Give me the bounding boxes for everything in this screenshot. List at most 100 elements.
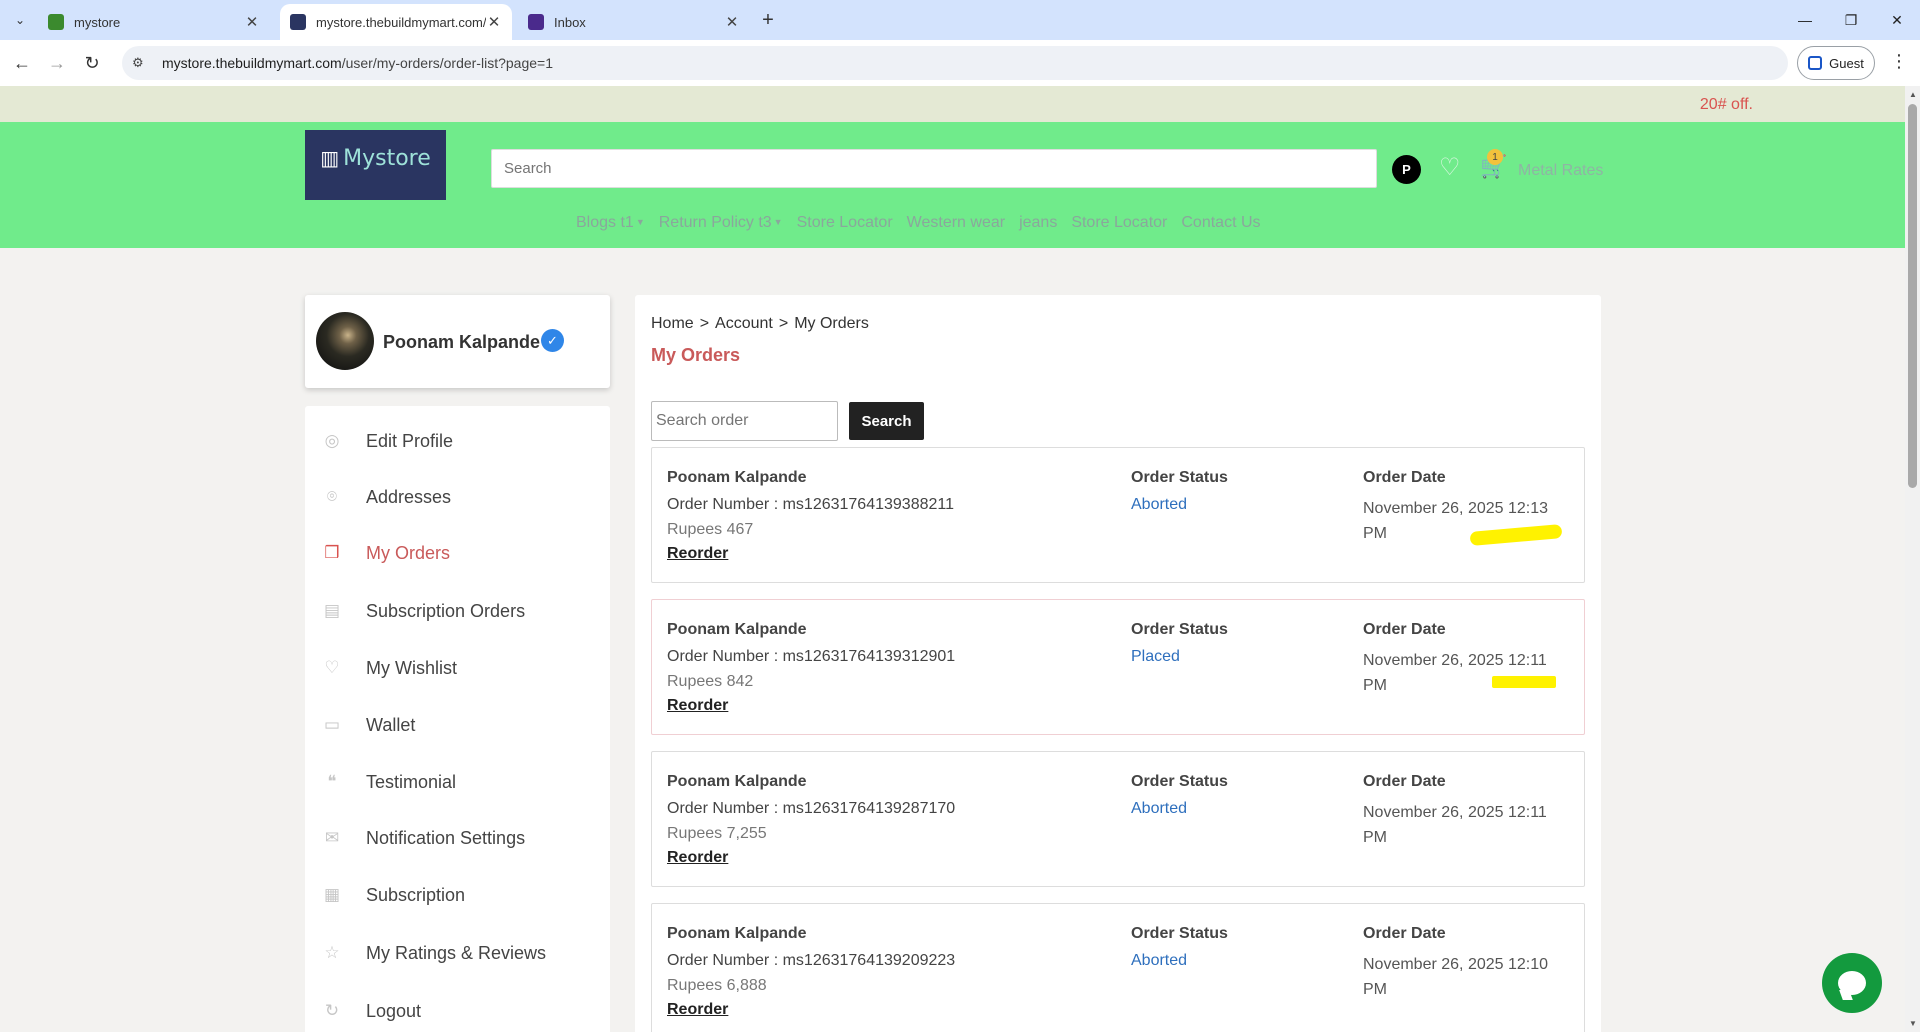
menu-item-ratings-reviews[interactable]: ☆ My Ratings & Reviews: [305, 931, 610, 975]
browser-tab-strip: ⌄ mystore ✕ mystore.thebuildmymart.com/u…: [0, 0, 1920, 40]
order-search-button[interactable]: Search: [849, 402, 924, 440]
order-status-link[interactable]: Aborted: [1131, 952, 1228, 970]
logout-icon: ↻: [324, 1001, 340, 1020]
page-title: My Orders: [651, 345, 741, 365]
close-tab-icon[interactable]: ✕: [486, 13, 502, 31]
browser-tab-mystore[interactable]: mystore ✕: [38, 4, 270, 40]
order-status-header: Order Status: [1131, 925, 1228, 942]
order-amount: Rupees 842: [667, 673, 754, 690]
menu-item-my-orders[interactable]: ❒ My Orders: [305, 531, 610, 575]
reorder-link[interactable]: Reorder: [667, 545, 728, 563]
wishlist-heart-icon[interactable]: ♡: [1439, 153, 1461, 182]
scroll-down-arrow-icon[interactable]: ▼: [1909, 1019, 1917, 1028]
restore-window-icon[interactable]: ❐: [1828, 0, 1874, 40]
location-pin-icon: ⌾: [326, 487, 338, 506]
menu-item-testimonial[interactable]: ❝ Testimonial: [305, 760, 610, 804]
close-tab-icon[interactable]: ✕: [244, 13, 260, 31]
order-amount: Rupees 6,888: [667, 977, 767, 994]
storefront-icon: ▥: [320, 148, 340, 170]
nav-item-return-policy[interactable]: Return Policy t3 ▼: [659, 214, 783, 232]
buildmymart-favicon-icon: [290, 14, 306, 30]
caret-down-icon: ▼: [635, 217, 645, 227]
menu-item-my-wishlist[interactable]: ♡ My Wishlist: [305, 646, 610, 690]
tab-title: mystore.thebuildmymart.com/u: [316, 14, 486, 30]
quote-icon: ❝: [327, 772, 337, 791]
wallet-icon: ▭: [323, 715, 341, 734]
site-logo[interactable]: ▥ Mystore: [305, 130, 446, 200]
menu-label: Subscription: [366, 884, 466, 905]
nav-item-store-locator-2[interactable]: Store Locator: [1071, 214, 1167, 232]
breadcrumb-home[interactable]: Home: [651, 315, 694, 333]
tab-title: Inbox: [554, 14, 586, 30]
reload-icon[interactable]: ↻: [80, 51, 104, 75]
user-icon: ◎: [324, 431, 340, 450]
page-scrollbar[interactable]: ▲ ▼: [1905, 86, 1920, 1032]
menu-label: My Orders: [366, 542, 451, 563]
main-navigation: Blogs t1 ▼ Return Policy t3 ▼ Store Locato…: [576, 214, 1261, 232]
browser-tab-inbox[interactable]: Inbox ✕: [518, 4, 750, 40]
order-status-link[interactable]: Aborted: [1131, 496, 1228, 514]
order-status-link[interactable]: Aborted: [1131, 800, 1228, 818]
user-avatar[interactable]: P: [1392, 155, 1421, 184]
nav-item-blogs[interactable]: Blogs t1 ▼: [576, 214, 645, 232]
order-number: Order Number : ms12631764139312901: [667, 648, 956, 665]
browser-tab-active[interactable]: mystore.thebuildmymart.com/u ✕: [280, 4, 512, 40]
caret-down-icon: ▼: [773, 217, 783, 227]
order-number: Order Number : ms12631764139209223: [667, 952, 956, 969]
order-date-header: Order Date: [1363, 469, 1446, 486]
url-text: mystore.thebuildmymart.com/user/my-order…: [162, 55, 553, 71]
browser-menu-icon[interactable]: ⋮: [1889, 51, 1909, 75]
reorder-link[interactable]: Reorder: [667, 1001, 728, 1019]
new-tab-plus-icon[interactable]: +: [756, 8, 780, 32]
nav-item-western-wear[interactable]: Western wear: [907, 214, 1005, 232]
back-arrow-icon[interactable]: ←: [10, 51, 34, 75]
site-search-input[interactable]: [491, 149, 1377, 188]
scrollbar-thumb[interactable]: [1908, 104, 1917, 488]
order-customer: Poonam Kalpande: [667, 469, 807, 486]
menu-item-notification-settings[interactable]: ✉ Notification Settings: [305, 816, 610, 860]
menu-item-addresses[interactable]: ⌾ Addresses: [305, 475, 610, 519]
close-window-icon[interactable]: ✕: [1874, 0, 1920, 40]
nav-item-jeans[interactable]: jeans: [1019, 214, 1057, 232]
metal-rates-link[interactable]: Metal Rates: [1518, 162, 1603, 180]
order-status-header: Order Status: [1131, 621, 1228, 638]
menu-label: Addresses: [366, 486, 452, 507]
profile-name: Poonam Kalpande: [383, 332, 541, 352]
profile-card: Poonam Kalpande ✓: [305, 295, 610, 388]
close-tab-icon[interactable]: ✕: [724, 13, 740, 31]
order-date: November 26, 2025 12:11 PM: [1363, 652, 1547, 694]
reorder-link[interactable]: Reorder: [667, 849, 728, 867]
order-customer: Poonam Kalpande: [667, 621, 807, 638]
order-search-input[interactable]: [651, 401, 838, 441]
scroll-up-arrow-icon[interactable]: ▲: [1909, 90, 1917, 99]
nav-item-store-locator[interactable]: Store Locator: [797, 214, 893, 232]
menu-item-edit-profile[interactable]: ◎ Edit Profile: [305, 419, 610, 463]
guest-profile-button[interactable]: Guest: [1797, 46, 1875, 80]
reorder-link[interactable]: Reorder: [667, 697, 728, 715]
menu-item-subscription[interactable]: ▦ Subscription: [305, 873, 610, 917]
order-card: Poonam Kalpande Order Number : ms1263176…: [651, 751, 1585, 887]
order-customer: Poonam Kalpande: [667, 773, 807, 790]
profile-picture: [316, 312, 374, 370]
profile-label: Guest: [1829, 55, 1864, 71]
order-amount: Rupees 467: [667, 521, 754, 538]
menu-item-wallet[interactable]: ▭ Wallet: [305, 703, 610, 747]
menu-item-logout[interactable]: ↻ Logout: [305, 989, 610, 1032]
minimize-window-icon[interactable]: —: [1782, 0, 1828, 40]
site-settings-icon[interactable]: ⚙: [132, 55, 150, 71]
forward-arrow-icon[interactable]: →: [45, 51, 69, 75]
breadcrumb: Home > Account > My Orders: [651, 315, 869, 333]
order-amount: Rupees 7,255: [667, 825, 767, 842]
menu-label: My Ratings & Reviews: [366, 942, 547, 963]
tab-search-chevron-icon[interactable]: ⌄: [8, 8, 32, 32]
nav-item-contact-us[interactable]: Contact Us: [1181, 214, 1260, 232]
chat-widget-button[interactable]: [1822, 953, 1882, 1013]
calendar-icon: ▤: [323, 601, 341, 620]
order-status-link[interactable]: Placed: [1131, 648, 1228, 666]
menu-label: Notification Settings: [366, 827, 526, 848]
breadcrumb-account[interactable]: Account: [715, 315, 773, 333]
address-bar[interactable]: ⚙ mystore.thebuildmymart.com/user/my-ord…: [122, 46, 1788, 80]
order-card: Poonam Kalpande Order Number : ms1263176…: [651, 447, 1585, 583]
menu-item-subscription-orders[interactable]: ▤ Subscription Orders: [305, 589, 610, 633]
order-card: Poonam Kalpande Order Number : ms1263176…: [651, 599, 1585, 735]
